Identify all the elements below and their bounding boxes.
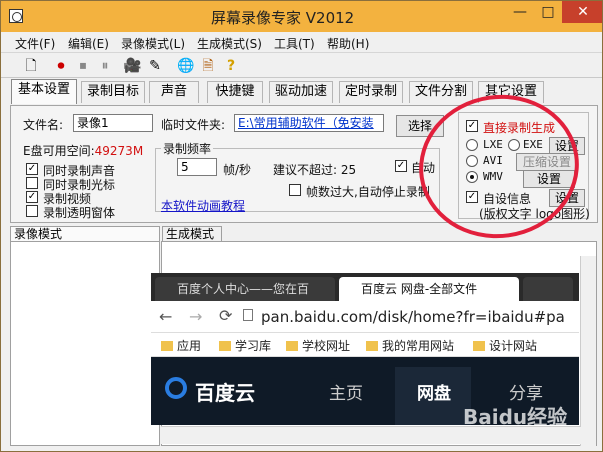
close-button[interactable]: ✕ [562,1,602,23]
stop-icon[interactable]: ⏹ [73,56,93,76]
new-icon[interactable]: 🗋 [21,56,41,76]
frame-rate-title: 录制频率 [161,140,214,157]
disk-space-label: E盘可用空间: [23,144,95,158]
auto-stop-label: 帧数过大,自动停止录制 [306,185,430,199]
tab-timer[interactable]: 定时录制 [339,81,403,103]
forward-icon[interactable]: → [189,307,202,326]
record-icon[interactable]: ⏺ [51,56,71,76]
auto-stop-checkbox[interactable] [289,184,301,196]
record-transparent-checkbox[interactable] [26,205,38,217]
bookmark-design[interactable]: 设计网站 [473,337,537,354]
bookmarks-bar: 应用 学习库 学校网址 我的常用网站 设计网站 [151,333,579,357]
menu-generate-mode[interactable]: 生成模式(S) [197,35,262,52]
app-window: 屏幕录像专家 V2012 — □ ✕ 文件(F) 编辑(E) 录像模式(L) 生… [0,0,603,452]
tab-generate-mode[interactable]: 生成模式 [162,226,222,242]
tutorial-link[interactable]: 本软件动画教程 [161,197,245,214]
menu-bar: 文件(F) 编辑(E) 录像模式(L) 生成模式(S) 工具(T) 帮助(H) [1,32,602,52]
pause-icon[interactable]: ⏸ [95,56,115,76]
disk-space: E盘可用空间:49273M [23,142,143,159]
url-text[interactable]: pan.baidu.com/disk/home?fr=ibaidu#pa [261,308,565,326]
menu-record-mode[interactable]: 录像模式(L) [121,35,185,52]
window-title: 屏幕录像专家 V2012 [211,9,355,27]
record-video-checkbox[interactable]: ✓ [26,191,38,203]
app-icon [9,9,23,23]
record-mode-list[interactable] [10,241,160,446]
reload-icon[interactable]: ⟳ [219,306,232,325]
tab-target[interactable]: 录制目标 [81,81,145,103]
toolbar: 🗋 ⏺ ⏹ ⏸ ⏹ 🎥 ✎ 🌐 🗎 ? [1,52,602,78]
browser-tab-strip: 百度个人中心——您在百 百度云 网盘-全部文件 [151,273,579,301]
vertical-scrollbar[interactable] [580,256,596,446]
tab-split[interactable]: 文件分割 [409,81,473,103]
bookmark-school[interactable]: 学校网址 [286,337,350,354]
export-icon[interactable]: 🗎 [198,56,218,76]
page-icon [243,309,253,321]
help-icon[interactable]: ? [221,56,241,76]
frame-rate-input[interactable]: 5 [177,158,217,176]
record-cursor-checkbox[interactable] [26,177,38,189]
browser-tab-1[interactable]: 百度个人中心——您在百 [155,277,335,301]
tab-basic[interactable]: 基本设置 [11,79,77,104]
temp-folder-label: 临时文件夹: [161,118,226,132]
menu-help[interactable]: 帮助(H) [327,35,369,52]
disk-space-value: 49273M [94,144,144,158]
nav-home[interactable]: 主页 [329,379,363,404]
frame-rate-unit: 帧/秒 [223,163,252,177]
record-transparent-label: 录制透明窗体 [43,206,116,220]
record-audio-checkbox[interactable]: ✓ [26,163,38,175]
baidu-cloud-icon [165,377,187,399]
file-name-label: 文件名: [23,118,64,132]
tab-hotkey[interactable]: 快捷键 [207,81,263,103]
menu-edit[interactable]: 编辑(E) [68,35,109,52]
bookmark-study[interactable]: 学习库 [219,337,271,354]
minimize-button[interactable]: — [506,1,534,23]
tab-record-mode[interactable]: 录像模式 [10,226,160,242]
file-name-input[interactable]: 录像1 [73,114,153,132]
tab-driver[interactable]: 驱动加速 [269,81,333,103]
browser-tab-3[interactable] [523,277,573,301]
maximize-button[interactable]: □ [534,1,562,23]
auto-checkbox[interactable]: ✓ [395,160,407,172]
browser-tab-2[interactable]: 百度云 网盘-全部文件 [339,277,519,301]
watermark: Baidu经验 [463,405,568,429]
title-bar: 屏幕录像专家 V2012 — □ ✕ [1,1,602,32]
suggest-label: 建议不超过: 25 [273,163,357,177]
browser-url-bar: ← → ⟳ pan.baidu.com/disk/home?fr=ibaidu#… [151,301,579,333]
menu-file[interactable]: 文件(F) [15,35,55,52]
menu-tools[interactable]: 工具(T) [274,35,315,52]
camera-icon[interactable]: 🎥 [123,56,143,76]
pen-icon[interactable]: ✎ [145,56,165,76]
globe-icon[interactable]: 🌐 [176,56,196,76]
temp-folder-input[interactable]: E:\常用辅助软件（免安装 [234,114,384,132]
back-icon[interactable]: ← [159,307,172,326]
tab-sound[interactable]: 声音 [149,81,199,103]
bookmark-apps[interactable]: 应用 [161,337,201,354]
baidu-logo-text: 百度云 [195,381,255,405]
nav-pan[interactable]: 网盘 [417,379,451,404]
bookmark-common[interactable]: 我的常用网站 [366,337,454,354]
